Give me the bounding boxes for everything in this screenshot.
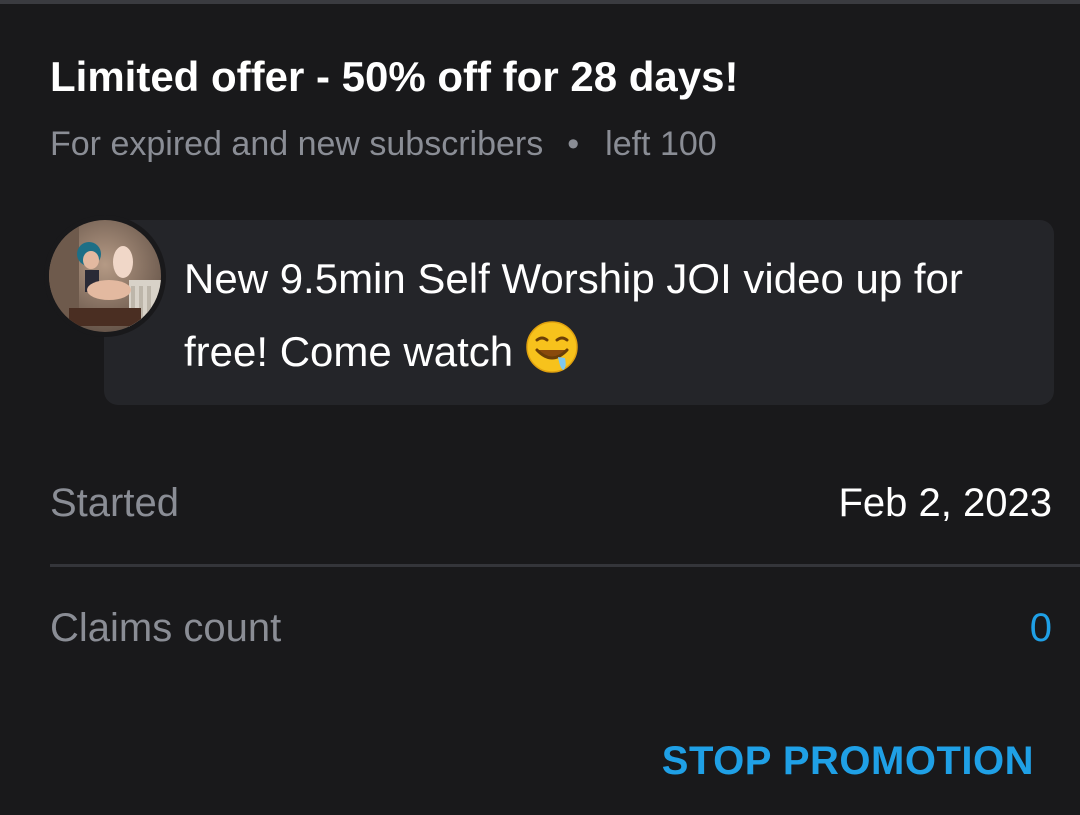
promotion-card: Limited offer - 50% off for 28 days! For… [0, 0, 1080, 815]
remaining-count: left 100 [605, 125, 717, 163]
claims-count-value[interactable]: 0 [1030, 605, 1052, 651]
started-value: Feb 2, 2023 [838, 481, 1053, 525]
separator-dot: • [567, 125, 580, 163]
top-divider [0, 0, 1080, 4]
message-text-container: New 9.5min Self Worship JOI video up for… [184, 242, 1034, 396]
audience-text: For expired and new subscribers [50, 125, 544, 163]
message-bubble: New 9.5min Self Worship JOI video up for… [104, 220, 1054, 405]
creator-avatar[interactable] [49, 220, 161, 332]
stop-promotion-button[interactable]: STOP PROMOTION [662, 738, 1034, 784]
row-divider [50, 564, 1080, 567]
promotion-title: Limited offer - 50% off for 28 days! [50, 53, 739, 100]
claims-count-label: Claims count [50, 606, 282, 650]
drooling-face-icon [525, 320, 579, 396]
promotion-subtitle: For expired and new subscribers • left 100 [50, 124, 717, 164]
started-label: Started [50, 481, 179, 525]
